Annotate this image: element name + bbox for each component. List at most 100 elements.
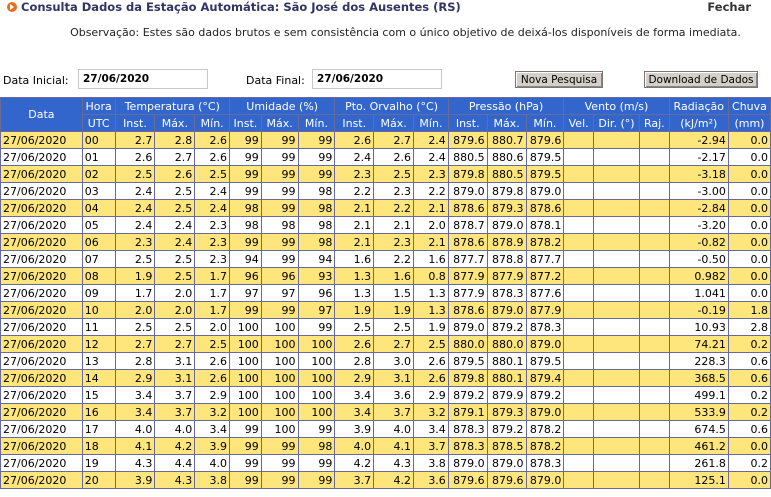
table-cell	[563, 386, 594, 404]
table-row: 27/06/2020 12 2.7 2.7 2.5 100 100 100 2.6 2.7 2.5 8…	[0, 335, 771, 353]
table-cell: 1.7	[114, 284, 156, 302]
table-cell: 2.1	[413, 233, 449, 251]
table-cell	[563, 131, 594, 149]
table-cell: 879.0	[525, 335, 565, 353]
table-cell	[638, 420, 670, 438]
table-cell	[563, 233, 594, 251]
table-cell: 879.0	[447, 318, 488, 336]
table-cell: 27/06/2020	[0, 199, 83, 217]
table-cell: 98	[297, 233, 336, 251]
table-row: 27/06/2020 17 4.0 4.0 3.4 99 100 99 3.9 4.0 3.4 878…	[0, 420, 771, 438]
table-cell: 1.6	[373, 267, 415, 285]
table-cell	[592, 335, 640, 353]
table-cell: 879.0	[486, 301, 527, 319]
table-cell	[563, 454, 594, 472]
table-cell: 0.0	[727, 250, 771, 268]
table-cell: 2.6	[413, 352, 449, 370]
table-cell: 2.3	[373, 233, 415, 251]
table-cell: 2.1	[334, 199, 375, 217]
table-cell: 100	[297, 403, 336, 421]
table-cell: 2.7	[114, 131, 156, 149]
table-cell	[592, 182, 640, 200]
table-cell: 98	[297, 437, 336, 455]
table-cell: 3.2	[413, 403, 449, 421]
table-cell: 0.0	[727, 216, 771, 234]
table-cell	[592, 148, 640, 166]
table-cell: 3.8	[194, 471, 231, 489]
table-cell: 879.0	[525, 403, 565, 421]
table-cell: 99	[229, 471, 262, 489]
col-header-radiacao: Radiação	[668, 97, 729, 115]
table-cell: 3.9	[334, 420, 375, 438]
table-cell: 2.5	[154, 318, 196, 336]
table-cell: 2.1	[413, 199, 449, 217]
table-cell: 2.2	[334, 182, 375, 200]
table-cell	[563, 148, 594, 166]
table-cell: -2.94	[668, 131, 729, 149]
table-row: 27/06/2020 09 1.7 2.0 1.7 97 97 96 1.3 1.5 1.3 877.…	[0, 284, 771, 302]
table-cell: 1.9	[334, 301, 375, 319]
sub-header-vento-vel: Vel.	[563, 114, 594, 132]
sub-header-orv-inst: Inst.	[334, 114, 375, 132]
table-cell: 99	[260, 131, 299, 149]
table-cell: 97	[260, 284, 299, 302]
table-cell	[563, 437, 594, 455]
table-row: 27/06/2020 18 4.1 4.2 3.9 99 99 98 4.0 4.1 3.7 878.…	[0, 437, 771, 455]
table-cell: 11	[81, 318, 116, 336]
end-date-input[interactable]	[312, 69, 442, 89]
table-cell: 27/06/2020	[0, 267, 83, 285]
table-cell: 0.6	[727, 369, 771, 387]
new-search-button[interactable]: Nova Pesquisa	[515, 71, 603, 88]
download-data-button[interactable]: Download de Dados	[644, 71, 758, 88]
table-cell: 0.0	[727, 437, 771, 455]
table-cell	[638, 250, 670, 268]
table-cell: 2.6	[194, 131, 231, 149]
table-cell: 0.2	[727, 403, 771, 421]
table-cell: 878.8	[486, 250, 527, 268]
table-cell: 3.4	[334, 386, 375, 404]
table-cell: 877.9	[525, 301, 565, 319]
table-cell: 19	[81, 454, 116, 472]
table-cell: 2.4	[194, 199, 231, 217]
table-cell	[592, 284, 640, 302]
table-cell: 2.3	[194, 233, 231, 251]
table-cell: 125.1	[668, 471, 729, 489]
table-cell: 879.0	[447, 454, 488, 472]
table-cell: 100	[229, 318, 262, 336]
table-cell: 10.93	[668, 318, 729, 336]
table-cell: 100	[229, 386, 262, 404]
table-cell: -0.50	[668, 250, 729, 268]
table-cell: 878.3	[525, 318, 565, 336]
table-cell: 880.6	[486, 148, 527, 166]
table-cell: 99	[260, 250, 299, 268]
table-cell: 879.6	[525, 131, 565, 149]
table-cell: 878.2	[525, 420, 565, 438]
table-cell: 2.1	[334, 216, 375, 234]
sub-header-pres-min: Mín.	[525, 114, 565, 132]
table-cell	[638, 284, 670, 302]
table-cell: 879.5	[525, 352, 565, 370]
close-link[interactable]: Fechar	[707, 0, 751, 14]
table-row: 27/06/2020 03 2.4 2.5 2.4 99 99 98 2.2 2.3 2.2 879.…	[0, 182, 771, 200]
sub-header-pres-max: Máx.	[486, 114, 527, 132]
table-cell	[563, 318, 594, 336]
table-cell	[592, 165, 640, 183]
table-cell: -3.18	[668, 165, 729, 183]
table-cell: 2.3	[413, 165, 449, 183]
table-cell: 878.3	[486, 284, 527, 302]
table-cell: 27/06/2020	[0, 284, 83, 302]
sub-header-vento-dir: Dir. (°)	[592, 114, 640, 132]
table-cell: 27/06/2020	[0, 318, 83, 336]
table-cell: 878.6	[447, 199, 488, 217]
sub-header-chuva-unit: (mm)	[727, 114, 771, 132]
table-cell: 4.0	[114, 420, 156, 438]
table-cell: 100	[297, 352, 336, 370]
table-cell: 17	[81, 420, 116, 438]
table-cell	[563, 335, 594, 353]
start-date-input[interactable]	[78, 69, 208, 89]
table-cell: 2.1	[373, 216, 415, 234]
col-header-pto-orvalho: Pto. Orvalho (°C)	[334, 97, 449, 115]
table-cell	[592, 454, 640, 472]
table-cell: 880.1	[486, 352, 527, 370]
table-cell: 99	[297, 454, 336, 472]
